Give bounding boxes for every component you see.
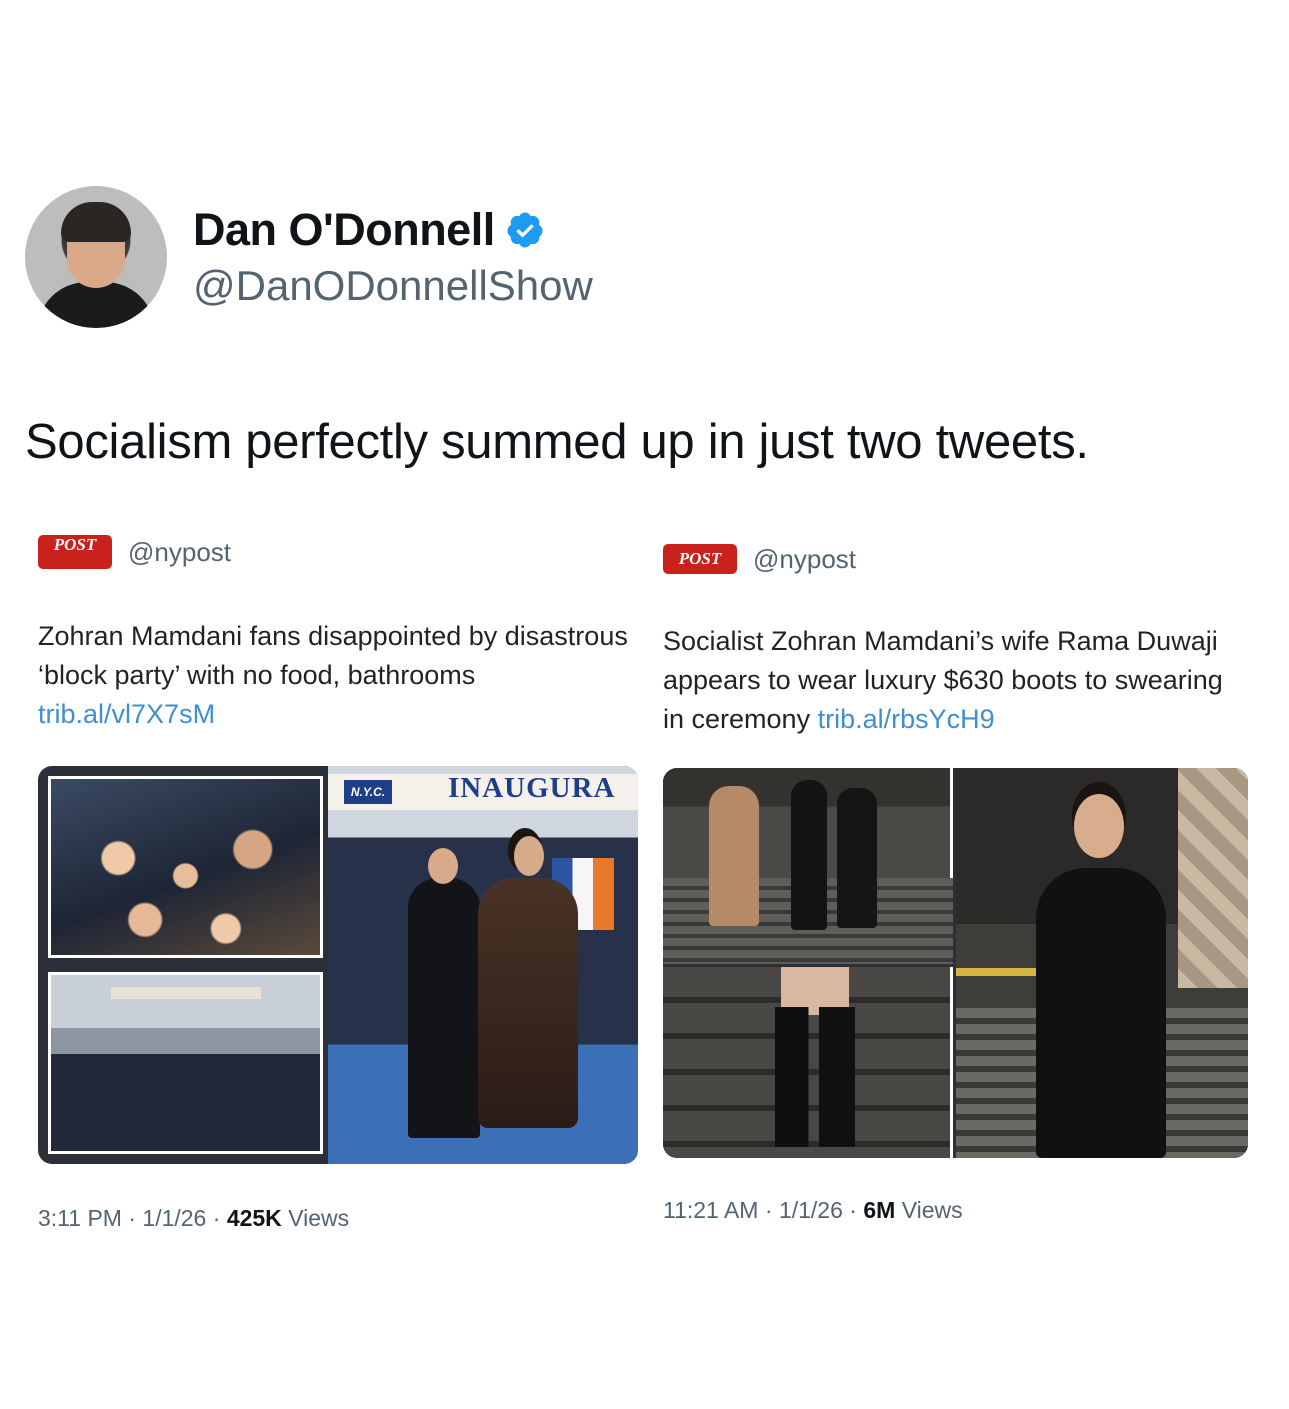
author-names: Dan O'Donnell @DanODonnellShow xyxy=(193,204,593,310)
display-name[interactable]: Dan O'Donnell xyxy=(193,204,495,256)
source-row: POST @nypost xyxy=(663,540,1251,578)
tweet-time: 3:11 PM xyxy=(38,1205,122,1231)
source-handle[interactable]: @nypost xyxy=(753,544,856,575)
tweet-meta-right: 11:21 AM · 1/1/26 · 6M Views xyxy=(663,1197,963,1223)
nyc-badge: N.Y.C. xyxy=(344,780,392,804)
inauguration-stage-photo: N.Y.C. INAUGURA xyxy=(328,766,638,1164)
views-label: Views xyxy=(901,1197,963,1223)
tweet-date: 1/1/26 xyxy=(778,1197,843,1223)
photo-collage-left[interactable]: N.Y.C. INAUGURA xyxy=(38,766,638,1164)
headline-text: Zohran Mamdani fans disappointed by disa… xyxy=(38,621,628,690)
photo-collage-right[interactable] xyxy=(663,768,1248,1158)
boots-closeup-photo xyxy=(663,967,953,1158)
inauguration-banner-text: INAUGURA xyxy=(448,772,616,804)
article-link[interactable]: trib.al/vl7X7sM xyxy=(38,699,215,729)
view-count: 6M xyxy=(863,1197,896,1223)
embedded-tweet-right[interactable]: POST @nypost Socialist Zohran Mamdani’s … xyxy=(663,540,1251,739)
source-handle[interactable]: @nypost xyxy=(128,537,231,568)
tweet-time: 11:21 AM xyxy=(663,1197,759,1223)
headline: Zohran Mamdani fans disappointed by disa… xyxy=(38,617,638,734)
headline: Socialist Zohran Mamdani’s wife Rama Duw… xyxy=(663,622,1251,739)
subway-portrait-photo xyxy=(956,768,1248,1158)
tweet-meta-left: 3:11 PM · 1/1/26 · 425K Views xyxy=(38,1205,350,1231)
avatar[interactable] xyxy=(25,186,167,328)
tweet-text: Socialism perfectly summed up in just tw… xyxy=(25,415,1089,469)
tweet-date: 1/1/26 xyxy=(142,1205,207,1231)
tweet-screenshot: Dan O'Donnell @DanODonnellShow Socialism… xyxy=(0,0,1289,1409)
views-label: Views xyxy=(288,1205,350,1231)
swearing-in-photo xyxy=(663,768,953,964)
crowd-wide-photo xyxy=(48,972,323,1154)
verified-badge-icon xyxy=(507,212,543,248)
ny-post-logo: POST xyxy=(38,535,112,569)
author-handle[interactable]: @DanODonnellShow xyxy=(193,262,593,310)
view-count: 425K xyxy=(226,1205,282,1231)
embedded-tweet-left[interactable]: POST @nypost Zohran Mamdani fans disappo… xyxy=(38,535,638,734)
crowd-closeup-photo xyxy=(48,776,323,958)
source-row: POST @nypost xyxy=(38,533,638,571)
display-name-row: Dan O'Donnell xyxy=(193,204,593,256)
article-link[interactable]: trib.al/rbsYcH9 xyxy=(818,704,995,734)
ny-post-logo: POST xyxy=(663,544,737,574)
author-header[interactable]: Dan O'Donnell @DanODonnellShow xyxy=(25,186,593,328)
